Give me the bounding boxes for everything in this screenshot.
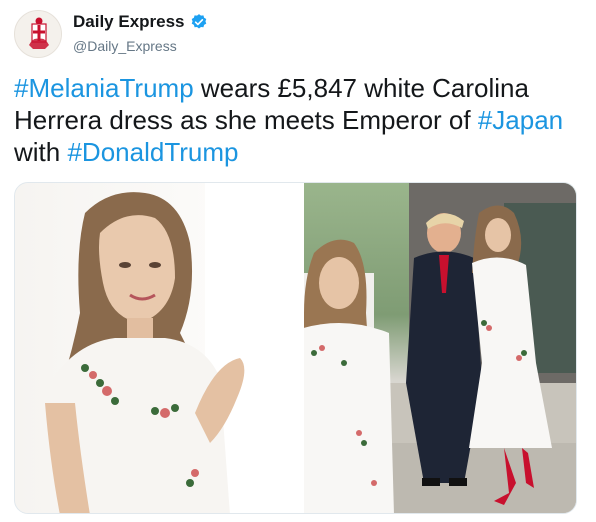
daily-express-crusader-logo-icon bbox=[17, 13, 61, 57]
account-name-row[interactable]: Daily Express bbox=[73, 12, 208, 32]
account-handle[interactable]: @Daily_Express bbox=[73, 38, 177, 54]
hashtag-melaniatrump[interactable]: #MelaniaTrump bbox=[14, 73, 194, 103]
photo-left-panel bbox=[15, 183, 304, 513]
melania-portrait-icon bbox=[40, 183, 304, 513]
hashtag-donaldtrump[interactable]: #DonaldTrump bbox=[67, 137, 238, 167]
tweet-media[interactable] bbox=[14, 182, 577, 514]
avatar[interactable] bbox=[14, 10, 62, 58]
tweet-text-part: with bbox=[14, 137, 68, 167]
hashtag-japan[interactable]: #Japan bbox=[478, 105, 563, 135]
trump-couple-photo-icon bbox=[304, 183, 576, 513]
photo-right-panel bbox=[304, 183, 576, 513]
account-name[interactable]: Daily Express bbox=[73, 12, 185, 32]
tweet-text: #MelaniaTrump wears £5,847 white Carolin… bbox=[14, 72, 580, 168]
verified-badge-icon bbox=[190, 13, 208, 31]
